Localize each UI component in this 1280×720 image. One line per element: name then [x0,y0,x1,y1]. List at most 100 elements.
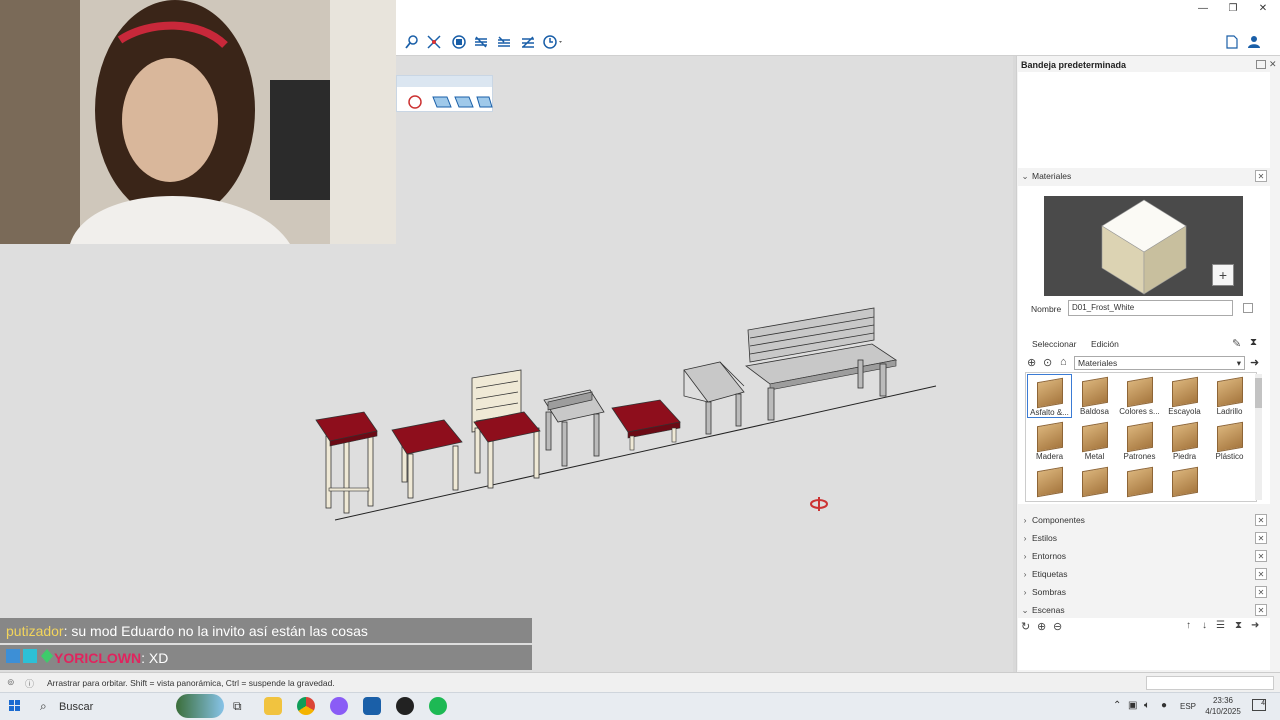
geo-status-icon[interactable]: ⊚ [7,677,15,688]
taskbar-search[interactable]: Buscar [59,701,93,713]
section-componentes[interactable]: › Componentes [1018,512,1270,528]
task-view-icon[interactable]: ⧉ [233,699,242,714]
materials-header[interactable]: ⌄ Materiales [1018,168,1270,184]
sample-paint-icon[interactable] [1243,303,1253,313]
forward-icon[interactable]: ⊙ [1043,356,1052,369]
close-button[interactable]: ✕ [1248,0,1278,16]
chat-text: : XD [141,649,169,666]
sketchup-icon[interactable] [363,697,381,715]
windows-start-icon[interactable] [9,700,21,714]
geo-location-icon[interactable] [542,33,562,51]
material-item[interactable]: Metal [1072,419,1117,463]
scrollbar-thumb[interactable] [1255,378,1262,408]
user-icon[interactable] [1244,33,1264,51]
material-item[interactable]: Ladrillo [1207,374,1252,418]
material-item[interactable]: Plástico [1207,419,1252,463]
view-iso-icon[interactable] [449,33,469,51]
section-close-button[interactable]: ✕ [1255,532,1267,544]
section-entornos[interactable]: › Entornos [1018,548,1270,564]
chevron-right-icon: › [1023,515,1027,525]
home-icon[interactable]: ⌂ [1060,356,1067,368]
material-item[interactable] [1162,464,1207,501]
tray-chevron-up-icon[interactable]: ⌃ [1113,700,1121,711]
section-estilos[interactable]: › Estilos [1018,530,1270,546]
app-icon[interactable] [330,697,348,715]
move-down-icon[interactable]: ↓ [1202,620,1207,631]
new-file-icon[interactable] [1222,33,1242,51]
section-close-button[interactable]: ✕ [1255,586,1267,598]
zoom-extents-icon[interactable] [424,33,444,51]
search-icon[interactable]: ⌕ [40,699,47,714]
volume-icon[interactable]: 🔈︎ [1144,700,1150,711]
material-preview: + [1044,196,1243,296]
obs-icon[interactable] [396,697,414,715]
folder-icon [1171,376,1198,408]
widget-icon[interactable] [176,694,224,718]
material-item[interactable] [1117,464,1162,501]
clock-date: 4/10/2025 [1205,707,1241,716]
notifications-icon[interactable]: 4 [1252,699,1266,711]
material-item[interactable] [1027,464,1072,501]
remove-scene-icon[interactable]: ⊖ [1053,620,1062,633]
materials-grid: Asfalto &... Baldosa Colores s... Escayo… [1025,372,1257,502]
tab-select[interactable]: Seleccionar [1032,339,1076,349]
section-close-button[interactable]: ✕ [1255,604,1267,616]
chevron-down-icon: ⌄ [1021,604,1029,615]
language-indicator[interactable]: ESP [1180,702,1196,711]
view-options-icon[interactable]: ☰ [1216,620,1225,631]
eyedropper-icon[interactable]: ✎ [1232,337,1241,350]
clock-time: 23:36 [1212,696,1234,705]
create-material-icon[interactable]: + [1212,264,1234,286]
move-up-icon[interactable]: ↑ [1186,620,1191,631]
tray-title: Bandeja predeterminada [1021,60,1127,70]
section-etiquetas[interactable]: › Etiquetas [1018,566,1270,582]
materials-close-button[interactable]: ✕ [1255,170,1267,182]
name-label: Nombre [1031,304,1062,314]
minimize-button[interactable]: — [1188,0,1218,16]
folder-icon [1081,421,1108,453]
library-dropdown[interactable]: Materiales ▾ [1074,356,1245,370]
tray-apps-icon[interactable]: ▣ [1128,700,1137,711]
material-item[interactable]: Escayola [1162,374,1207,418]
tab-edit[interactable]: Edición [1091,339,1119,349]
section-close-button[interactable]: ✕ [1255,568,1267,580]
clock[interactable]: 23:36 4/10/2025 [1203,695,1243,717]
floating-toolbar-header[interactable] [397,76,492,87]
mic-icon[interactable]: ● [1161,700,1167,711]
view-front-icon[interactable] [494,33,514,51]
material-item[interactable] [1072,464,1117,501]
paint-bucket-icon[interactable]: ⧗ [1235,620,1242,631]
materials-title: Materiales [1032,171,1072,181]
material-item-label: Escayola [1168,407,1201,416]
file-explorer-icon[interactable] [264,697,282,715]
view-top-icon[interactable] [471,33,491,51]
section-close-button[interactable]: ✕ [1255,550,1267,562]
tray-pin-icon[interactable] [1256,60,1266,69]
measurements-box[interactable] [1146,676,1274,690]
chrome-icon[interactable] [297,697,315,715]
zoom-icon[interactable] [402,33,422,51]
material-item[interactable]: Baldosa [1072,374,1117,418]
section-close-button[interactable]: ✕ [1255,514,1267,526]
section-sombras[interactable]: › Sombras [1018,584,1270,600]
tray-close-icon[interactable]: ✕ [1269,59,1277,70]
info-icon[interactable]: ⓘ [25,677,34,690]
paint-bucket-icon[interactable]: ⧗ [1250,337,1257,348]
section-escenas[interactable]: ⌄ Escenas [1018,602,1270,618]
material-item[interactable]: Colores s... [1117,374,1162,418]
details-arrow-icon[interactable]: ➜ [1251,620,1259,631]
material-name-field[interactable]: D01_Frost_White [1068,300,1233,316]
materials-scrollbar[interactable] [1255,374,1262,500]
spotify-icon[interactable] [429,697,447,715]
material-item[interactable]: Madera [1027,419,1072,463]
view-right-icon[interactable] [518,33,538,51]
material-item[interactable]: Patrones [1117,419,1162,463]
restore-button[interactable]: ❐ [1218,0,1248,16]
material-item[interactable]: Piedra [1162,419,1207,463]
material-item[interactable]: Asfalto &... [1027,374,1072,418]
material-item-label: Baldosa [1080,407,1109,416]
details-arrow-icon[interactable]: ➜ [1250,356,1259,369]
back-icon[interactable]: ⊕ [1027,356,1036,369]
refresh-icon[interactable]: ↻ [1021,620,1030,633]
add-scene-icon[interactable]: ⊕ [1037,620,1046,633]
